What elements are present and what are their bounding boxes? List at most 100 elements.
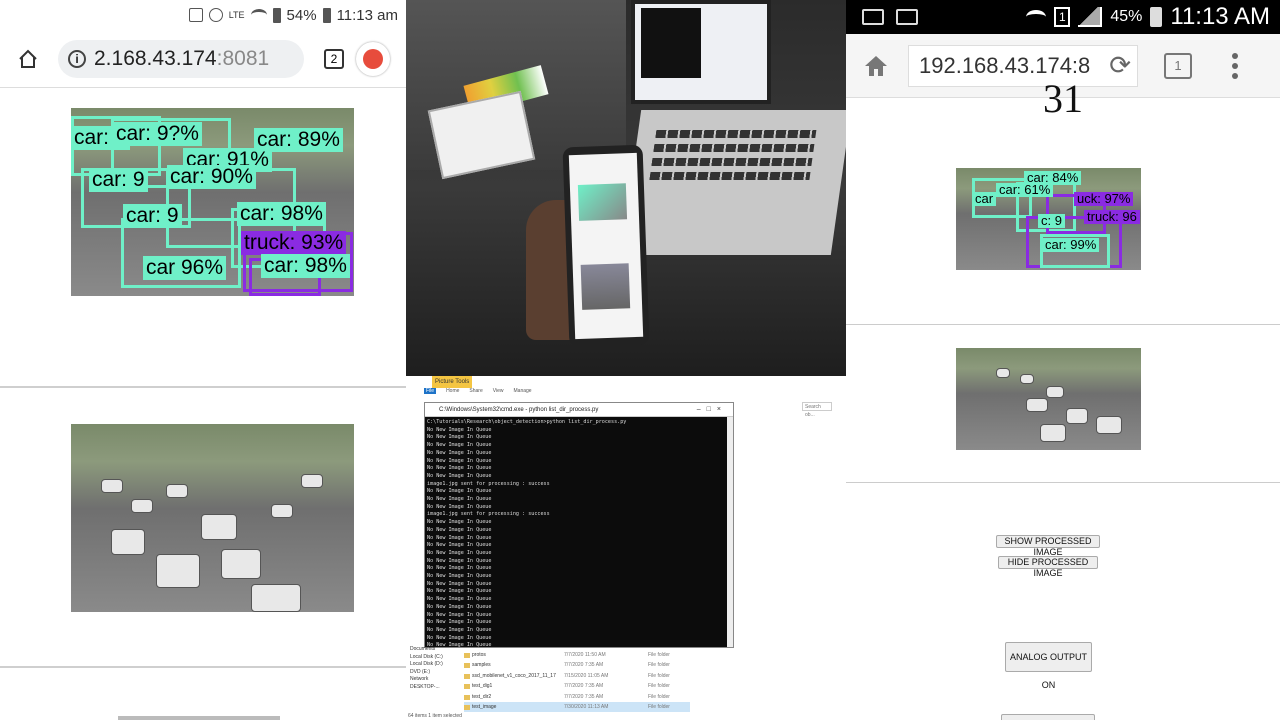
cmd-window[interactable]: C:\Windows\System32\cmd.exe - python lis… [424, 402, 734, 648]
detection-label: car: 61% [996, 183, 1054, 197]
recorder-icon [896, 9, 918, 25]
update-icon[interactable] [356, 41, 390, 76]
scroll-indicator [118, 716, 280, 720]
file-row[interactable]: test_image 7/30/2020 11:13 AM File folder [464, 701, 690, 713]
home-icon[interactable] [10, 41, 46, 77]
ribbon-context-tab[interactable]: Picture Tools [432, 376, 473, 388]
menu-icon[interactable] [1232, 52, 1238, 79]
status-time: 11:13 am [336, 6, 398, 24]
cmd-output-line: No New Image In Queue [427, 565, 492, 572]
cmd-output-line: No New Image In Queue [427, 580, 492, 587]
cmd-output-line: No New Image In Queue [427, 619, 492, 626]
ribbon-tab[interactable]: Home [446, 388, 459, 394]
truck-label: uck: 97% [1074, 192, 1134, 206]
car-shape [1040, 424, 1066, 442]
original-image-card [0, 388, 406, 668]
ribbon-tab[interactable]: Share [469, 388, 482, 394]
show-processed-image-button[interactable]: SHOW PROCESSED IMAGE [996, 535, 1100, 557]
url-host: 2.168.43.174 [94, 46, 217, 70]
home-icon[interactable] [856, 54, 896, 78]
detection-label: car: 9 [123, 204, 182, 228]
cmd-output-line: No New Image In Queue [427, 603, 492, 610]
battery-percent: 54% [286, 6, 317, 24]
car-shape [131, 499, 153, 513]
cmd-output: C:\Tutorials\Research\object_detection>p… [425, 417, 733, 647]
file-name: ssd_mobilenet_v1_coco_2017_11_17 [464, 671, 564, 681]
analog-output-off-button[interactable] [1001, 714, 1095, 720]
lte-indicator: LTE [228, 10, 245, 20]
cmd-titlebar[interactable]: C:\Windows\System32\cmd.exe - python lis… [425, 403, 733, 417]
signal-icon [1078, 7, 1103, 27]
file-date: 7/15/2020 11:05 AM [564, 672, 609, 679]
battery-icon [1150, 7, 1163, 27]
file-date: 7/7/2020 7:35 AM [564, 662, 604, 669]
file-name: samples [464, 660, 564, 670]
file-date: 7/7/2020 7:35 AM [564, 683, 604, 690]
explorer-ribbon-tabs: File Home Share View Manage [424, 388, 532, 394]
nav-pane-item[interactable]: DESKTOP-... [410, 684, 454, 692]
file-row[interactable]: samples 7/7/2020 7:35 AM File folder [464, 660, 690, 670]
laptop-screen [631, 0, 771, 104]
cmd-output-line: No New Image In Queue [427, 611, 492, 618]
explorer-status-bar: 64 items 1 item selected [408, 713, 462, 719]
ribbon-tab[interactable]: Manage [514, 388, 532, 394]
file-type: File folder [648, 683, 670, 690]
car-shape [1096, 416, 1122, 434]
ribbon-tab[interactable]: View [493, 388, 504, 394]
cmd-output-line: No New Image In Queue [427, 496, 492, 503]
detection-label: c: 9 [1038, 214, 1065, 228]
analog-output-on-button[interactable]: ANALOG OUTPUT ON [1005, 642, 1092, 690]
file-date: 7/7/2020 7:35 AM [564, 693, 604, 700]
cmd-output-line: No New Image In Queue [427, 642, 492, 647]
phone-screen [568, 152, 644, 340]
nav-pane-item[interactable]: Network [410, 676, 454, 684]
cmd-output-line: image1.jpg sent for processing : success [427, 480, 550, 487]
cmd-output-line: No New Image In Queue [427, 434, 492, 441]
alarm-icon [208, 8, 223, 22]
nav-pane-item[interactable]: Local Disk (D:) [410, 661, 454, 669]
file-row[interactable]: protos 7/7/2020 11:50 AM File folder [464, 650, 690, 660]
site-info-icon[interactable]: i [68, 49, 86, 68]
window-controls[interactable]: –□× [697, 403, 727, 417]
keyboard-row [653, 144, 815, 152]
detection-label: car: 98% [237, 202, 326, 226]
car-shape [111, 529, 145, 555]
hide-processed-image-button[interactable]: HIDE PROCESSED IMAGE [998, 556, 1098, 578]
desktop-screen: Picture Tools File Home Share View Manag… [406, 376, 846, 720]
nav-pane-item[interactable]: Documents [410, 646, 454, 654]
cmd-scrollbar[interactable] [727, 417, 733, 647]
reload-icon[interactable]: ⟳ [1109, 50, 1131, 81]
processed-image: car: 9 car: 9?% car: 89% car: 91% car: 9… [71, 108, 354, 296]
camera-and-desktop-view: Picture Tools File Home Share View Manag… [406, 0, 846, 720]
nav-pane-item[interactable]: DVD (E:) [410, 669, 454, 677]
battery-percent: 45% [1110, 8, 1143, 25]
detection-label: car [972, 192, 997, 206]
cmd-output-line: No New Image In Queue [427, 549, 492, 556]
file-type: File folder [648, 652, 670, 658]
explorer-search-box[interactable]: Search ob... [802, 402, 832, 418]
original-traffic-image [956, 348, 1141, 450]
cast-icon [188, 8, 203, 22]
car-shape [221, 549, 261, 579]
mail-icon [862, 9, 884, 25]
sim-icon: 1 [1054, 7, 1071, 27]
section-divider [846, 324, 1280, 325]
ribbon-tab[interactable]: File [424, 388, 437, 394]
wifi-icon [250, 9, 267, 21]
tab-switcher-button[interactable]: 1 [1164, 52, 1192, 79]
file-name: protos [464, 650, 564, 660]
file-row[interactable]: test_dir2 7/7/2020 7:35 AM File folder [464, 692, 690, 702]
truck-label: truck: 93% [241, 231, 347, 255]
laptop-keyboard [620, 110, 846, 255]
file-row[interactable]: test_dig1 7/7/2020 7:35 AM File folder [464, 681, 690, 691]
nav-pane-item[interactable]: Local Disk (C:) [410, 654, 454, 662]
file-row[interactable]: ssd_mobilenet_v1_coco_2017_11_17 7/15/202… [464, 671, 690, 681]
cmd-output-line: No New Image In Queue [427, 449, 492, 456]
processed-image: car: 84% car: 61% car uck: 97% truck: 96… [956, 168, 1141, 270]
section-divider [846, 482, 1280, 483]
address-bar[interactable]: i 2.168.43.174:8081 [58, 39, 304, 78]
address-bar[interactable]: 192.168.43.174:8 ⟳ [908, 44, 1138, 87]
car-shape [166, 484, 188, 498]
tab-switcher-button[interactable]: 2 [324, 48, 344, 69]
detection-label: car: 99% [1042, 238, 1100, 252]
